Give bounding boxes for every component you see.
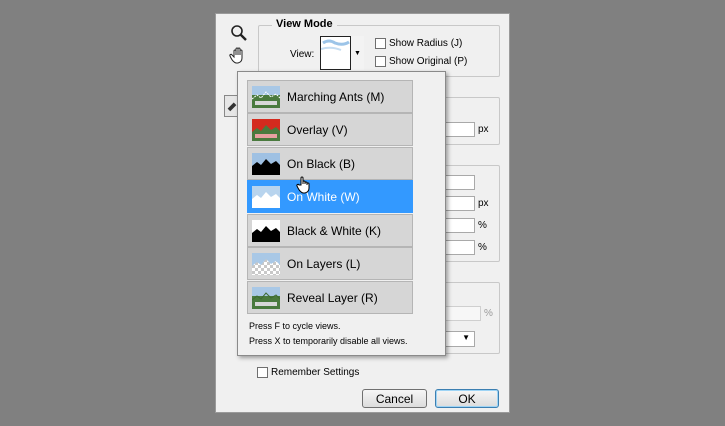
- menu-item-label: Overlay (V): [287, 122, 348, 137]
- marching-ants-thumb-icon: [252, 85, 280, 108]
- on-layers-thumb-icon: [252, 252, 280, 275]
- menu-item-label: Black & White (K): [287, 223, 382, 238]
- feather-unit: px: [478, 198, 489, 209]
- hand-tool-icon[interactable]: [228, 44, 250, 66]
- menu-item-label: Reveal Layer (R): [287, 290, 378, 305]
- show-radius-label: Show Radius (J): [389, 38, 463, 49]
- menu-item-marching-ants[interactable]: Marching Ants (M): [247, 80, 413, 113]
- menu-item-on-black[interactable]: On Black (B): [247, 147, 413, 180]
- ok-button[interactable]: OK: [435, 389, 499, 408]
- amount-unit: %: [484, 308, 493, 319]
- hand-cursor-icon: [296, 176, 310, 194]
- menu-item-black-white[interactable]: Black & White (K): [247, 214, 413, 247]
- reveal-layer-thumb-icon: [252, 286, 280, 309]
- remember-settings-label: Remember Settings: [271, 367, 360, 378]
- amount-field[interactable]: [445, 306, 481, 321]
- output-to-select[interactable]: ▼: [445, 331, 475, 347]
- menu-item-on-white[interactable]: On White (W): [247, 180, 413, 213]
- remember-settings-box[interactable]: [257, 367, 268, 378]
- smooth-field[interactable]: [445, 175, 475, 190]
- contrast-field[interactable]: [445, 218, 475, 233]
- menu-item-reveal-layer[interactable]: Reveal Layer (R): [247, 281, 413, 314]
- remember-settings-checkbox[interactable]: Remember Settings: [257, 367, 359, 378]
- black-white-thumb-icon: [252, 219, 280, 242]
- menu-item-label: Marching Ants (M): [287, 89, 385, 104]
- show-original-checkbox[interactable]: Show Original (P): [375, 56, 467, 67]
- view-mode-title: View Mode: [272, 18, 337, 30]
- view-label: View:: [290, 49, 315, 60]
- show-original-label: Show Original (P): [389, 56, 468, 67]
- menu-hint-cycle: Press F to cycle views.: [249, 321, 341, 331]
- show-original-box[interactable]: [375, 56, 386, 67]
- overlay-thumb-icon: [252, 118, 280, 141]
- shift-edge-field[interactable]: [445, 240, 475, 255]
- menu-item-overlay[interactable]: Overlay (V): [247, 113, 413, 146]
- menu-hint-disable: Press X to temporarily disable all views…: [249, 336, 408, 346]
- contrast-unit: %: [478, 220, 487, 231]
- show-radius-box[interactable]: [375, 38, 386, 49]
- menu-item-label: On Black (B): [287, 156, 356, 171]
- radius-unit: px: [478, 124, 489, 135]
- on-black-thumb-icon: [252, 152, 280, 175]
- show-radius-checkbox[interactable]: Show Radius (J): [375, 38, 462, 49]
- shift-edge-unit: %: [478, 242, 487, 253]
- view-dropdown-arrow-icon[interactable]: ▼: [350, 36, 364, 70]
- on-white-thumb-icon: [252, 185, 280, 208]
- menu-item-on-layers[interactable]: On Layers (L): [247, 247, 413, 280]
- feather-field[interactable]: [445, 196, 475, 211]
- view-mode-menu: Marching Ants (M) Overlay (V) On Black (…: [237, 71, 446, 356]
- zoom-tool-icon[interactable]: [228, 22, 250, 44]
- output-to-arrow-icon: ▼: [462, 333, 470, 342]
- cancel-button[interactable]: Cancel: [362, 389, 427, 408]
- radius-field[interactable]: [445, 122, 475, 137]
- menu-item-label: On Layers (L): [287, 256, 361, 271]
